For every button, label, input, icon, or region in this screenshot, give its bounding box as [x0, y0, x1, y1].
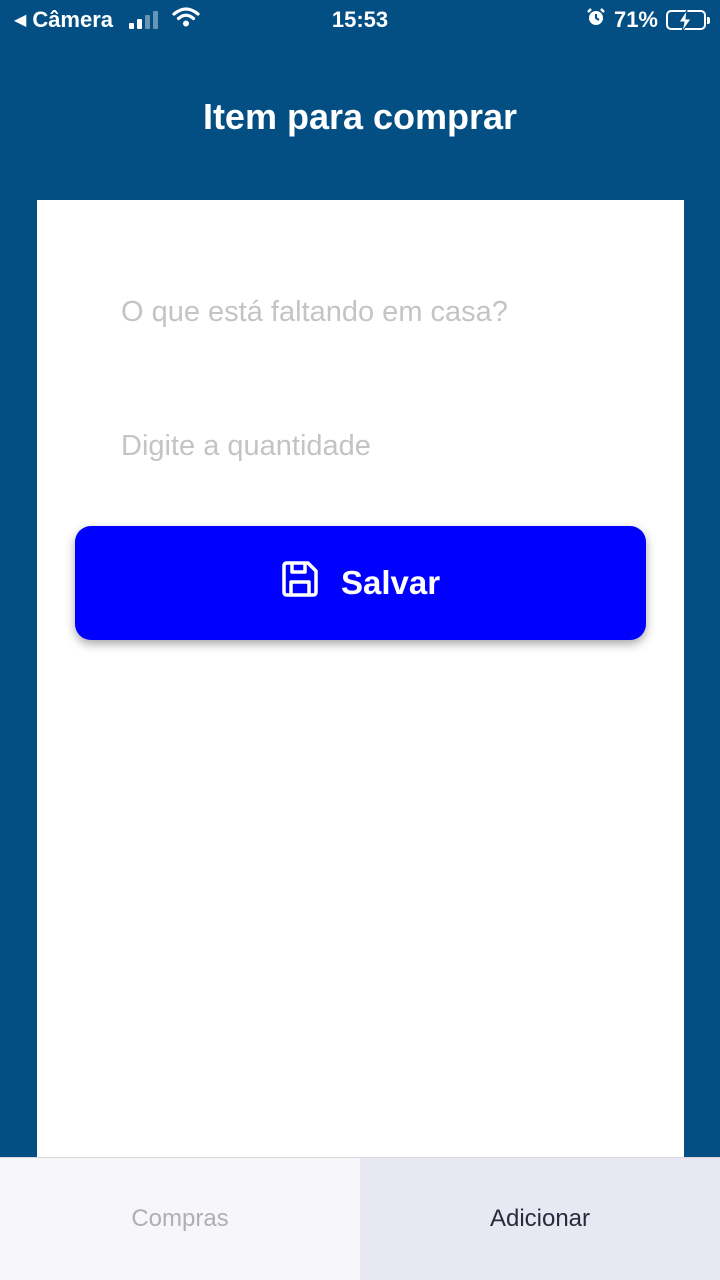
tab-compras[interactable]: Compras	[0, 1158, 360, 1280]
floppy-disk-icon	[281, 560, 319, 606]
wifi-icon	[172, 7, 200, 33]
status-left[interactable]: ◀ Câmera	[14, 7, 200, 33]
cellular-signal-icon	[129, 11, 159, 29]
tab-adicionar-label: Adicionar	[489, 1205, 591, 1232]
page-title: Item para comprar	[202, 96, 518, 137]
save-button[interactable]: Salvar	[75, 526, 646, 640]
save-button-label: Salvar	[340, 564, 441, 601]
quantity-input[interactable]	[121, 430, 621, 463]
status-right: 71%	[586, 7, 710, 33]
battery-icon	[666, 10, 710, 32]
battery-percent: 71%	[613, 7, 658, 32]
alarm-icon	[586, 7, 606, 33]
back-app-label[interactable]: Câmera	[32, 7, 113, 33]
bottom-tab-bar: Compras Adicionar	[0, 1157, 720, 1280]
item-name-input[interactable]	[121, 296, 621, 329]
form-card: Salvar	[37, 200, 684, 1160]
back-arrow-icon[interactable]: ◀	[14, 10, 26, 30]
tab-compras-label: Compras	[131, 1205, 229, 1232]
tab-adicionar[interactable]: Adicionar	[360, 1158, 720, 1280]
status-bar: ◀ Câmera 15:53 71%	[0, 0, 720, 40]
